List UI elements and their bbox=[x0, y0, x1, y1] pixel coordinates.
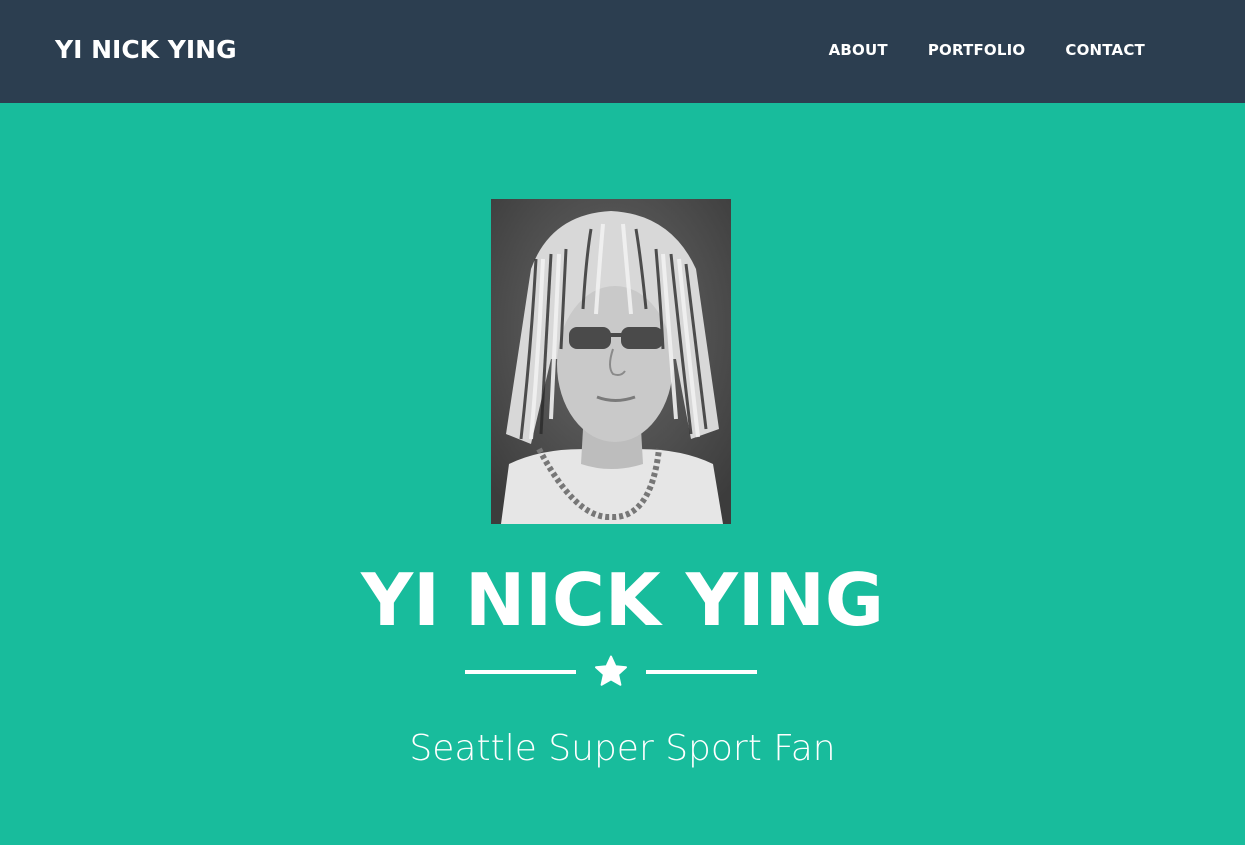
hero-subtitle: Seattle Super Sport Fan bbox=[409, 728, 836, 769]
star-icon bbox=[593, 654, 629, 690]
divider-line-right bbox=[646, 670, 757, 674]
hero-title: YI NICK YING bbox=[360, 558, 885, 642]
hero-section: YI NICK YING Seattle Super Sport Fan bbox=[0, 103, 1245, 845]
nav-link-portfolio[interactable]: PORTFOLIO bbox=[908, 38, 1046, 62]
star-divider bbox=[465, 654, 757, 690]
profile-photo bbox=[491, 199, 731, 524]
nav-link-contact[interactable]: CONTACT bbox=[1045, 38, 1145, 62]
brand-link[interactable]: YI NICK YING bbox=[55, 33, 237, 67]
navbar: YI NICK YING ABOUT PORTFOLIO CONTACT bbox=[0, 0, 1245, 103]
nav-menu: ABOUT PORTFOLIO CONTACT bbox=[809, 38, 1145, 62]
divider-line-left bbox=[465, 670, 576, 674]
nav-link-about[interactable]: ABOUT bbox=[809, 38, 908, 62]
